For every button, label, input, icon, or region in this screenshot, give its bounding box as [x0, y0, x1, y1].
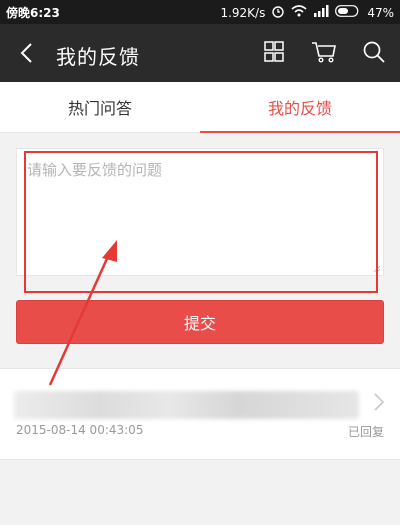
status-time: 傍晚6:23 [6, 6, 60, 20]
status-icons: 1.92K/s 47% [220, 4, 394, 21]
feedback-input[interactable] [17, 149, 383, 275]
status-bar: 傍晚6:23 1.92K/s 47% [0, 0, 400, 24]
feedback-status: 已回复 [347, 425, 384, 439]
cart-button[interactable] [310, 38, 338, 66]
app-bar: 我的反馈 [0, 24, 400, 82]
back-button[interactable] [16, 41, 40, 65]
alarm-icon [271, 4, 285, 21]
tab-label: 我的反馈 [267, 99, 332, 118]
feedback-date: 2015-08-14 00:43:05 [16, 423, 144, 437]
submit-button[interactable]: 提交 [16, 300, 384, 344]
resize-handle-icon[interactable] [373, 265, 381, 273]
search-icon [363, 41, 385, 63]
search-button[interactable] [360, 38, 388, 66]
feedback-list-item[interactable]: 2015-08-14 00:43:05 已回复 [0, 368, 400, 460]
battery-level: 47% [367, 5, 394, 20]
cart-icon [312, 42, 336, 63]
page-title: 我的反馈 [56, 45, 140, 69]
back-icon [20, 43, 32, 63]
signal-icon [313, 5, 329, 20]
network-speed: 1.92K/s [220, 5, 266, 20]
feedback-input-container [16, 148, 384, 276]
blurred-feedback-text [14, 391, 359, 419]
tab-my-feedback[interactable]: 我的反馈 [200, 82, 400, 133]
wifi-icon [291, 5, 307, 20]
section-divider [0, 356, 400, 368]
tab-hot-questions[interactable]: 热门问答 [0, 82, 200, 132]
grid-icon [264, 41, 284, 62]
tab-label: 热门问答 [67, 99, 132, 118]
tab-bar: 热门问答 我的反馈 [0, 82, 400, 133]
app-bar-actions [260, 38, 388, 66]
battery-icon [335, 5, 361, 20]
chevron-right-icon [374, 393, 385, 411]
category-button[interactable] [260, 38, 288, 66]
